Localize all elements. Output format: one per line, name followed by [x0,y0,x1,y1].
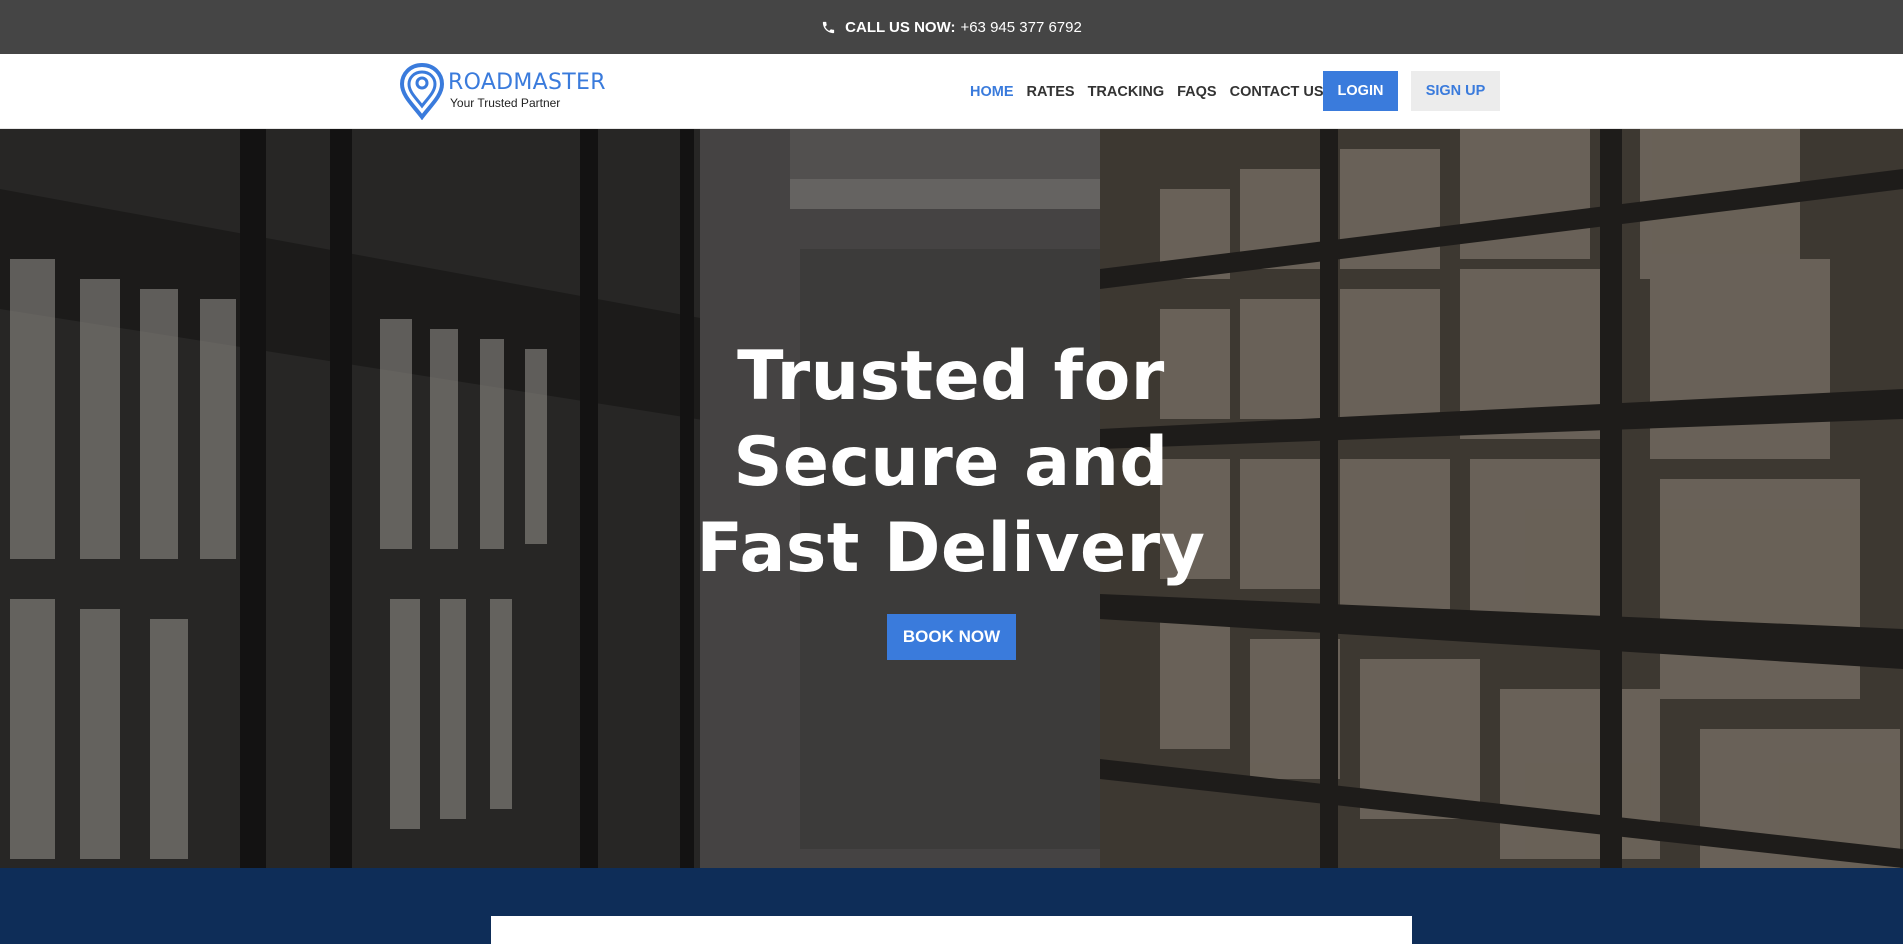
hero-title: Trusted for Secure and Fast Delivery [651,334,1251,592]
brand-tagline: Your Trusted Partner [450,96,561,110]
phone-number[interactable]: +63 945 377 6792 [960,19,1081,36]
nav-rates[interactable]: RATES [1027,84,1075,100]
site-logo[interactable]: ROADMASTER Your Trusted Partner [398,62,606,122]
hero-title-line: Trusted for [737,337,1165,416]
book-now-button[interactable]: BOOK NOW [887,614,1016,660]
booking-card [491,916,1412,944]
call-us-label: CALL US NOW: [845,18,956,36]
signup-button[interactable]: SIGN UP [1411,71,1500,111]
nav-contact-us[interactable]: CONTACT US [1230,84,1324,100]
login-button[interactable]: LOGIN [1323,71,1398,111]
hero-section: Trusted for Secure and Fast Delivery BOO… [0,129,1903,868]
nav-faqs[interactable]: FAQS [1177,84,1216,100]
main-nav: HOME RATES TRACKING FAQS CONTACT US [970,54,1337,129]
hero-title-line: Fast Delivery [696,509,1206,588]
site-header: ROADMASTER Your Trusted Partner HOME RAT… [0,54,1903,129]
nav-home[interactable]: HOME [970,84,1014,100]
location-pin-icon [399,62,445,120]
nav-tracking[interactable]: TRACKING [1088,84,1165,100]
hero-title-line: Secure and [733,423,1169,502]
booking-section [0,868,1903,944]
phone-icon [823,21,835,33]
brand-name: ROADMASTER [448,70,606,95]
top-contact-bar: CALL US NOW: +63 945 377 6792 [0,0,1903,54]
